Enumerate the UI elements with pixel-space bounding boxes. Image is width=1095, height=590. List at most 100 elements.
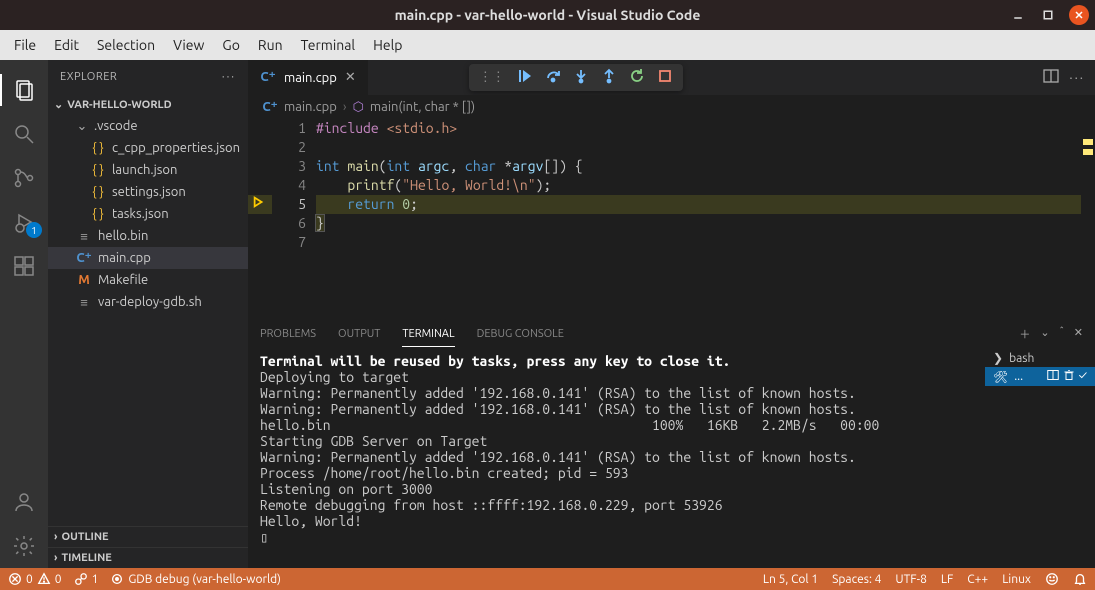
- activity-run-debug[interactable]: 1: [0, 200, 48, 244]
- panel-tab-problems[interactable]: PROBLEMS: [260, 322, 316, 346]
- debug-step-out-button[interactable]: [601, 68, 617, 87]
- outline-section[interactable]: › OUTLINE: [48, 526, 248, 547]
- panel-close-button[interactable]: ✕: [1074, 326, 1083, 342]
- status-os[interactable]: Linux: [1002, 573, 1031, 586]
- terminal-dropdown-icon[interactable]: ⌄: [1040, 326, 1049, 342]
- file-launch-json[interactable]: { } launch.json: [48, 159, 248, 181]
- panel-maximize-button[interactable]: ˆ: [1060, 326, 1064, 342]
- activity-account[interactable]: [0, 480, 48, 524]
- activity-extensions[interactable]: [0, 244, 48, 288]
- panel-tab-output[interactable]: OUTPUT: [338, 322, 380, 346]
- status-bar: 0 0 1 GDB debug (var-hello-world) Ln 5, …: [0, 568, 1095, 590]
- menu-view[interactable]: View: [165, 34, 212, 56]
- editor-more-icon[interactable]: ···: [1069, 71, 1085, 85]
- tab-close-icon[interactable]: ✕: [345, 70, 356, 85]
- activity-scm[interactable]: [0, 156, 48, 200]
- menu-edit[interactable]: Edit: [46, 34, 87, 56]
- sidebar-more-icon[interactable]: ···: [222, 71, 236, 83]
- activity-bar: 1: [0, 60, 48, 568]
- status-eol[interactable]: LF: [941, 573, 953, 586]
- kill-terminal-icon[interactable]: [1063, 369, 1075, 384]
- activity-explorer[interactable]: [0, 68, 48, 112]
- project-name: VAR-HELLO-WORLD: [67, 99, 171, 111]
- file-label: Makefile: [98, 273, 148, 287]
- file-tasks-json[interactable]: { } tasks.json: [48, 203, 248, 225]
- window-close-button[interactable]: [1069, 5, 1089, 25]
- menu-terminal[interactable]: Terminal: [293, 34, 364, 56]
- breadcrumb-file[interactable]: main.cpp: [284, 100, 337, 114]
- debug-step-into-button[interactable]: [573, 68, 589, 87]
- file-label: tasks.json: [112, 207, 169, 221]
- outline-label: OUTLINE: [61, 531, 108, 543]
- cpp-icon: C⁺: [260, 70, 276, 85]
- status-encoding[interactable]: UTF-8: [895, 573, 926, 586]
- json-icon: { }: [90, 163, 106, 177]
- panel-tab-terminal[interactable]: TERMINAL: [402, 322, 454, 347]
- debug-toolbar[interactable]: ⋮⋮: [469, 64, 683, 91]
- activity-settings[interactable]: [0, 524, 48, 568]
- tab-main-cpp[interactable]: C⁺ main.cpp ✕: [248, 60, 369, 95]
- new-terminal-button[interactable]: ＋: [1019, 326, 1030, 342]
- file-hello-bin[interactable]: ≡ hello.bin: [48, 225, 248, 247]
- chevron-right-icon: ›: [54, 531, 57, 543]
- debug-restart-button[interactable]: [629, 68, 645, 87]
- file-settings-json[interactable]: { } settings.json: [48, 181, 248, 203]
- current-line-indicator: [252, 195, 266, 209]
- debug-badge: 1: [26, 222, 42, 238]
- debug-step-over-button[interactable]: [545, 68, 561, 87]
- cpp-icon: C⁺: [76, 251, 92, 266]
- drag-handle-icon[interactable]: ⋮⋮: [479, 70, 505, 85]
- terminal-item-bash[interactable]: ❯ bash: [985, 349, 1095, 367]
- project-root[interactable]: ⌄ VAR-HELLO-WORLD: [48, 94, 248, 115]
- menu-file[interactable]: File: [6, 34, 44, 56]
- code-editor[interactable]: 1234567 #include <stdio.h>int main(int a…: [248, 119, 1095, 318]
- status-spaces[interactable]: Spaces: 4: [832, 573, 881, 586]
- terminal-name: bash: [1009, 352, 1034, 365]
- window-maximize-button[interactable]: [1039, 6, 1057, 24]
- sidebar-title: EXPLORER: [60, 71, 117, 83]
- activity-search[interactable]: [0, 112, 48, 156]
- menu-help[interactable]: Help: [365, 34, 410, 56]
- shell-icon: ≡: [76, 295, 92, 310]
- makefile-icon: M: [76, 273, 92, 287]
- status-debug-config[interactable]: GDB debug (var-hello-world): [110, 572, 281, 586]
- menu-run[interactable]: Run: [250, 34, 291, 56]
- file-main-cpp[interactable]: C⁺ main.cpp: [48, 247, 248, 269]
- file-c-cpp-properties[interactable]: { } c_cpp_properties.json: [48, 137, 248, 159]
- terminal-item-task[interactable]: 🛠 ... ✓: [985, 367, 1095, 386]
- timeline-section[interactable]: › TIMELINE: [48, 547, 248, 568]
- file-label: hello.bin: [98, 229, 148, 243]
- window-minimize-button[interactable]: [1009, 6, 1027, 24]
- file-var-deploy-gdb-sh[interactable]: ≡ var-deploy-gdb.sh: [48, 291, 248, 313]
- file-label: c_cpp_properties.json: [112, 141, 240, 155]
- check-icon: ✓: [1079, 369, 1087, 384]
- split-editor-button[interactable]: [1043, 68, 1059, 87]
- status-feedback-icon[interactable]: [1045, 572, 1059, 586]
- cpp-icon: C⁺: [262, 100, 278, 115]
- status-ports[interactable]: 1: [74, 572, 99, 586]
- status-bell-icon[interactable]: [1073, 572, 1087, 586]
- file-makefile[interactable]: M Makefile: [48, 269, 248, 291]
- folder-label: .vscode: [94, 119, 138, 133]
- symbol-icon: ⬡: [353, 100, 364, 115]
- folder-vscode[interactable]: ⌄ .vscode: [48, 115, 248, 137]
- chevron-right-icon: ›: [54, 552, 57, 564]
- chevron-right-icon: ›: [343, 100, 347, 114]
- titlebar: main.cpp - var-hello-world - Visual Stud…: [0, 0, 1095, 30]
- status-lncol[interactable]: Ln 5, Col 1: [763, 573, 818, 586]
- menu-go[interactable]: Go: [214, 34, 247, 56]
- chevron-down-icon: ⌄: [76, 119, 88, 134]
- panel-tab-debug-console[interactable]: DEBUG CONSOLE: [477, 322, 564, 346]
- debug-continue-button[interactable]: [517, 68, 533, 87]
- tools-icon: 🛠: [993, 370, 1008, 384]
- debug-stop-button[interactable]: [657, 68, 673, 87]
- breadcrumb[interactable]: C⁺ main.cpp › ⬡ main(int, char * []): [248, 95, 1095, 119]
- menu-selection[interactable]: Selection: [89, 34, 163, 56]
- split-terminal-icon[interactable]: [1047, 369, 1059, 384]
- status-lang[interactable]: C++: [967, 573, 988, 586]
- overview-ruler[interactable]: [1081, 119, 1095, 318]
- file-label: launch.json: [112, 163, 177, 177]
- status-errors[interactable]: 0 0: [8, 572, 62, 586]
- terminal-output[interactable]: Terminal will be reused by tasks, press …: [248, 349, 985, 568]
- breadcrumb-symbol[interactable]: main(int, char * []): [370, 100, 475, 114]
